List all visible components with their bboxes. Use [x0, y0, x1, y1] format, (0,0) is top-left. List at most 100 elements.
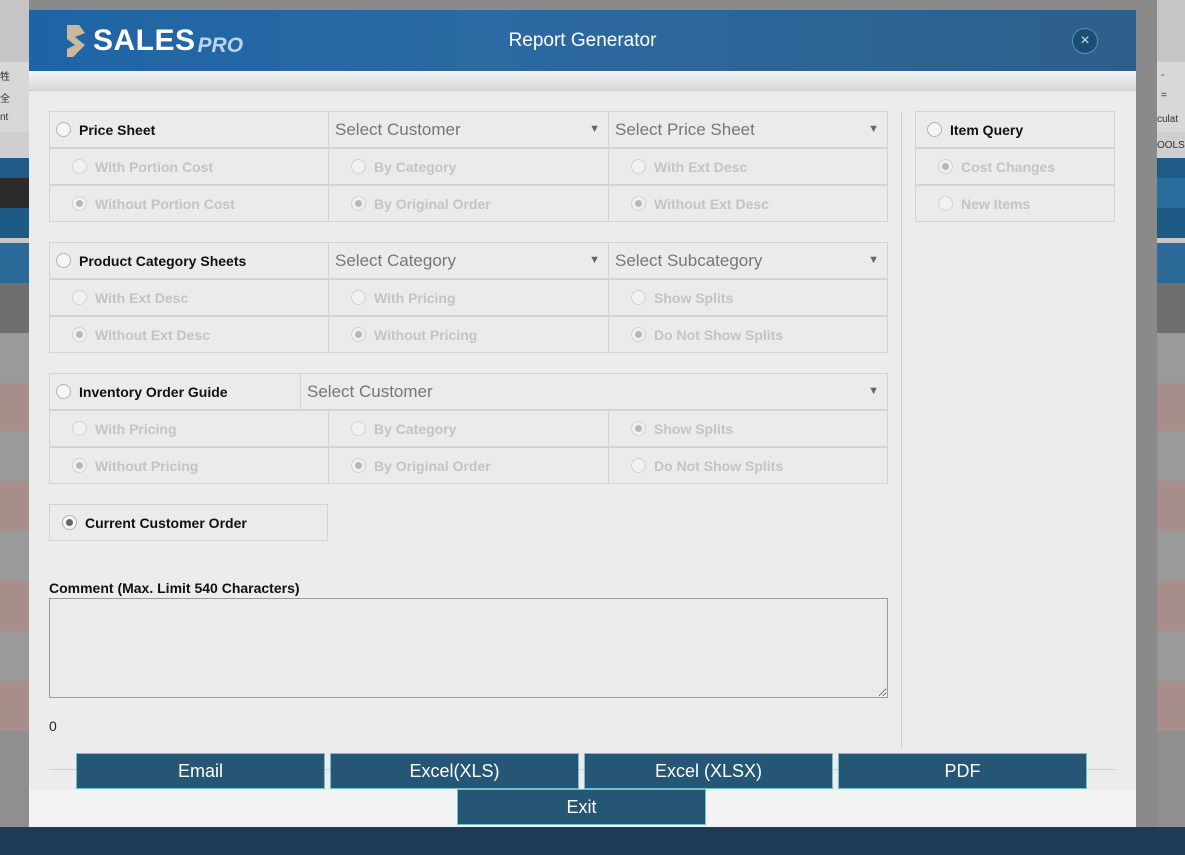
cat-without-pricing-option[interactable]: Without Pricing [328, 316, 609, 353]
current-customer-order-radio[interactable] [62, 515, 77, 530]
by-category-label: By Category [374, 158, 457, 175]
caret-down-icon: ▼ [589, 254, 600, 266]
by-original-order-option[interactable]: By Original Order [328, 185, 609, 222]
cat-show-splits-option[interactable]: Show Splits [608, 279, 888, 316]
cat-do-not-show-splits-radio[interactable] [631, 327, 646, 342]
cat-with-pricing-label: With Pricing [374, 289, 456, 306]
og-by-original-order-option[interactable]: By Original Order [328, 447, 609, 484]
without-portion-cost-label: Without Portion Cost [95, 195, 235, 212]
og-by-original-order-label: By Original Order [374, 457, 491, 474]
price-sheet-customer-placeholder: Select Customer [335, 119, 461, 139]
cat-without-ext-desc-radio[interactable] [72, 327, 87, 342]
caret-down-icon: ▼ [868, 254, 879, 266]
og-do-not-show-splits-option[interactable]: Do Not Show Splits [608, 447, 888, 484]
excel-xlsx-button[interactable]: Excel (XLSX) [584, 753, 833, 789]
price-sheet-option[interactable]: Price Sheet [49, 111, 329, 148]
item-query-label: Item Query [950, 121, 1024, 138]
cat-do-not-show-splits-label: Do Not Show Splits [654, 326, 784, 343]
category-sheets-radio[interactable] [56, 253, 71, 268]
email-button[interactable]: Email [76, 753, 325, 789]
og-show-splits-radio[interactable] [631, 421, 646, 436]
vertical-divider [901, 111, 902, 749]
og-without-pricing-radio[interactable] [72, 458, 87, 473]
with-portion-cost-label: With Portion Cost [95, 158, 214, 175]
current-customer-order-option[interactable]: Current Customer Order [49, 504, 328, 541]
modal-title: Report Generator [508, 30, 657, 51]
with-ext-desc-label: With Ext Desc [654, 158, 748, 175]
with-ext-desc-radio[interactable] [631, 159, 646, 174]
category-placeholder: Select Category [335, 250, 456, 270]
background-right-text: OOLS [1157, 140, 1185, 151]
background-right-text: culat [1157, 114, 1179, 125]
order-guide-customer-select[interactable]: Select Customer ▼ [300, 373, 888, 410]
by-category-radio[interactable] [351, 159, 366, 174]
without-ext-desc-radio[interactable] [631, 196, 646, 211]
cat-without-pricing-radio[interactable] [351, 327, 366, 342]
item-query-radio[interactable] [927, 122, 942, 137]
with-ext-desc-option[interactable]: With Ext Desc [608, 148, 888, 185]
order-guide-radio[interactable] [56, 384, 71, 399]
cat-show-splits-radio[interactable] [631, 290, 646, 305]
pdf-button[interactable]: PDF [838, 753, 1087, 789]
category-select[interactable]: Select Category ▼ [328, 242, 609, 279]
new-items-radio[interactable] [938, 196, 953, 211]
category-sheets-label: Product Category Sheets [79, 252, 247, 269]
background-left-text: 全 [0, 94, 10, 105]
cat-with-ext-desc-radio[interactable] [72, 290, 87, 305]
og-with-pricing-option[interactable]: With Pricing [49, 410, 329, 447]
subcategory-select[interactable]: Select Subcategory ▼ [608, 242, 888, 279]
modal-header: SALES PRO Report Generator × [29, 10, 1136, 71]
og-by-category-label: By Category [374, 420, 457, 437]
category-sheets-option[interactable]: Product Category Sheets [49, 242, 329, 279]
cat-without-ext-desc-label: Without Ext Desc [95, 326, 210, 343]
cat-show-splits-label: Show Splits [654, 289, 734, 306]
price-sheet-label: Price Sheet [79, 121, 156, 138]
new-items-label: New Items [961, 195, 1031, 212]
item-query-option[interactable]: Item Query [915, 111, 1115, 148]
cat-with-pricing-option[interactable]: With Pricing [328, 279, 609, 316]
by-category-option[interactable]: By Category [328, 148, 609, 185]
without-portion-cost-radio[interactable] [72, 196, 87, 211]
background-right-text: - [1161, 70, 1165, 81]
price-sheet-radio[interactable] [56, 122, 71, 137]
price-sheet-customer-select[interactable]: Select Customer ▼ [328, 111, 609, 148]
cost-changes-option[interactable]: Cost Changes [915, 148, 1115, 185]
og-do-not-show-splits-radio[interactable] [631, 458, 646, 473]
cat-do-not-show-splits-option[interactable]: Do Not Show Splits [608, 316, 888, 353]
cat-with-ext-desc-option[interactable]: With Ext Desc [49, 279, 329, 316]
background-bottom-bar [0, 827, 1185, 855]
with-portion-cost-option[interactable]: With Portion Cost [49, 148, 329, 185]
by-original-order-label: By Original Order [374, 195, 491, 212]
og-by-original-order-radio[interactable] [351, 458, 366, 473]
og-by-category-radio[interactable] [351, 421, 366, 436]
cat-without-ext-desc-option[interactable]: Without Ext Desc [49, 316, 329, 353]
og-with-pricing-radio[interactable] [72, 421, 87, 436]
og-without-pricing-option[interactable]: Without Pricing [49, 447, 329, 484]
order-guide-customer-placeholder: Select Customer [307, 381, 433, 401]
cat-without-pricing-label: Without Pricing [374, 326, 478, 343]
by-original-order-radio[interactable] [351, 196, 366, 211]
cat-with-pricing-radio[interactable] [351, 290, 366, 305]
without-ext-desc-option[interactable]: Without Ext Desc [608, 185, 888, 222]
og-do-not-show-splits-label: Do Not Show Splits [654, 457, 784, 474]
with-portion-cost-radio[interactable] [72, 159, 87, 174]
excel-xls-button[interactable]: Excel(XLS) [330, 753, 579, 789]
comment-textarea[interactable] [49, 598, 888, 698]
without-ext-desc-label: Without Ext Desc [654, 195, 769, 212]
price-sheet-select[interactable]: Select Price Sheet ▼ [608, 111, 888, 148]
og-show-splits-label: Show Splits [654, 420, 734, 437]
caret-down-icon: ▼ [868, 385, 879, 397]
og-by-category-option[interactable]: By Category [328, 410, 609, 447]
caret-down-icon: ▼ [589, 123, 600, 135]
order-guide-option[interactable]: Inventory Order Guide [49, 373, 301, 410]
without-portion-cost-option[interactable]: Without Portion Cost [49, 185, 329, 222]
new-items-option[interactable]: New Items [915, 185, 1115, 222]
background-left-strip: 牲 全 nt [0, 0, 29, 855]
exit-button[interactable]: Exit [457, 789, 706, 825]
og-show-splits-option[interactable]: Show Splits [608, 410, 888, 447]
close-icon[interactable]: × [1072, 28, 1098, 54]
cost-changes-radio[interactable] [938, 159, 953, 174]
caret-down-icon: ▼ [868, 123, 879, 135]
background-right-text: = [1161, 90, 1167, 101]
subcategory-placeholder: Select Subcategory [615, 250, 763, 270]
